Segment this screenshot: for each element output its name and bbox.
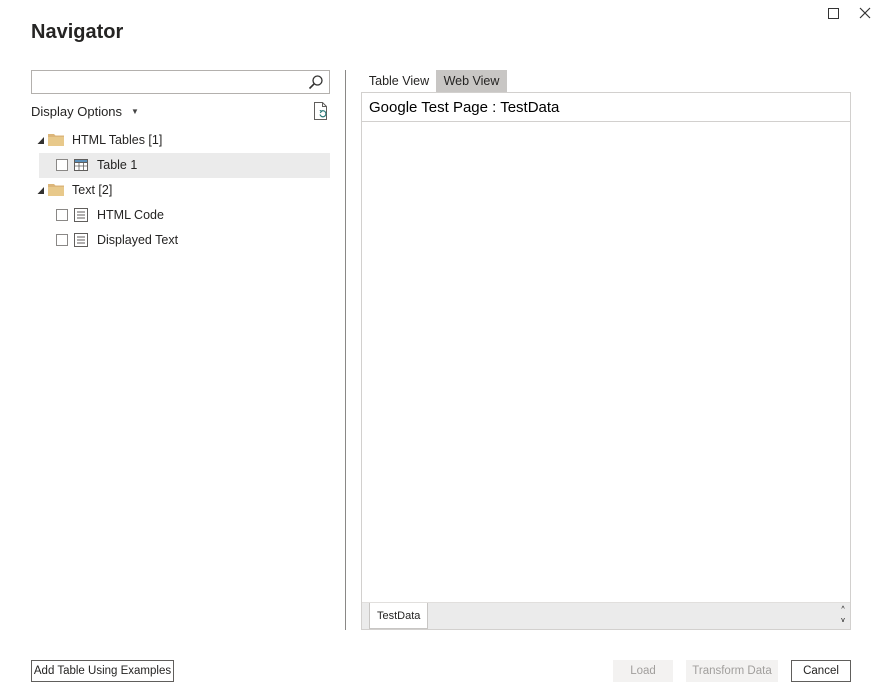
tree-item-table-1[interactable]: Table 1 [39,153,330,178]
search-icon[interactable] [308,74,324,90]
checkbox[interactable] [56,209,68,221]
sheet-tab-testdata[interactable]: TestData [369,603,429,629]
dialog-title: Navigator [31,21,124,43]
sheet-tab-bar: TestData ^ v [362,602,850,629]
navigator-tree: HTML Tables [1] Table 1 Text [2] HTML Co… [31,128,330,253]
maximize-icon [827,7,839,19]
scroll-up-icon[interactable]: ^ [839,604,847,615]
display-options-dropdown[interactable]: Display Options ▼ [31,102,139,120]
tree-item-label: HTML Code [97,208,164,222]
tree-item-displayed-text[interactable]: Displayed Text [31,228,330,253]
tree-group-html-tables[interactable]: HTML Tables [1] [31,128,330,153]
web-view-preview: Google Test Page : TestData TestData ^ v [361,92,851,630]
load-button[interactable]: Load [613,660,673,682]
search-box[interactable] [31,70,330,94]
add-table-using-examples-button[interactable]: Add Table Using Examples [31,660,174,682]
maximize-button[interactable] [823,4,843,22]
tree-group-text[interactable]: Text [2] [31,178,330,203]
sheet-scroll-buttons: ^ v [839,604,847,626]
checkbox[interactable] [56,234,68,246]
search-input[interactable] [32,71,302,93]
tab-web-view[interactable]: Web View [436,70,507,92]
tree-group-label: Text [2] [72,183,113,197]
checkbox[interactable] [56,159,68,171]
folder-icon [48,134,64,146]
tree-item-label: Table 1 [97,158,138,172]
expand-triangle-icon[interactable] [37,186,45,195]
display-options-label: Display Options [31,103,123,119]
document-icon [74,208,88,222]
scroll-down-icon[interactable]: v [839,615,847,626]
preview-heading: Google Test Page : TestData [362,93,850,122]
pane-splitter[interactable] [345,70,346,630]
tree-item-html-code[interactable]: HTML Code [31,203,330,228]
tree-item-label: Displayed Text [97,233,179,247]
close-icon [859,7,871,19]
folder-icon [48,184,64,196]
tab-table-view[interactable]: Table View [362,70,436,92]
document-icon [74,233,88,247]
cancel-button[interactable]: Cancel [791,660,851,682]
tree-group-label: HTML Tables [1] [72,133,163,147]
transform-data-button[interactable]: Transform Data [686,660,778,682]
expand-triangle-icon[interactable] [37,136,45,145]
refresh-icon [314,102,327,120]
chevron-down-icon: ▼ [131,106,139,116]
table-icon [74,159,88,171]
close-button[interactable] [855,4,875,22]
refresh-button[interactable] [312,101,330,121]
